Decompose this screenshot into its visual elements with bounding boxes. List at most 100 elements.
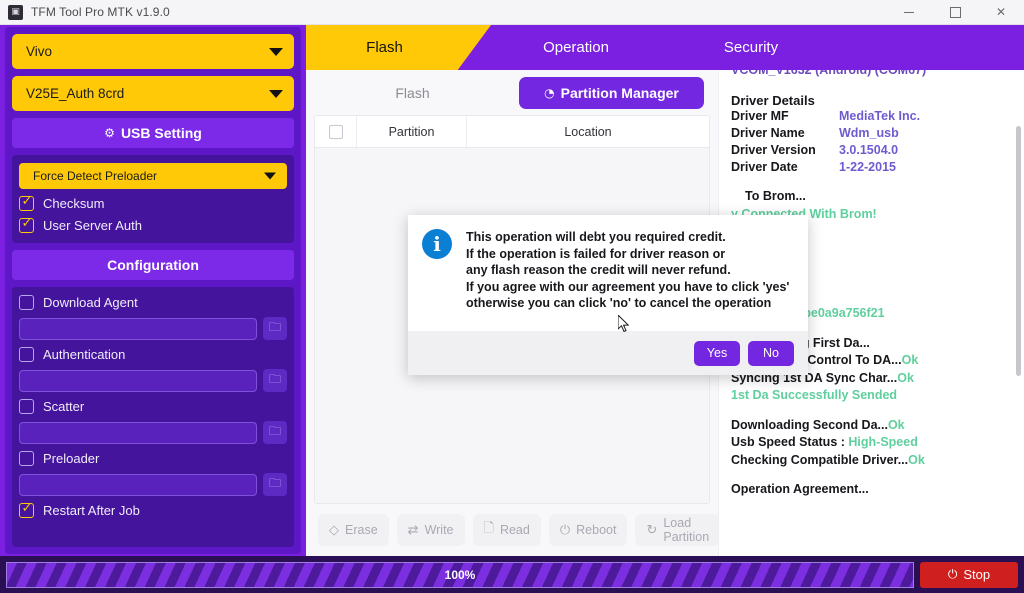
checkbox-label: User Server Auth bbox=[43, 218, 142, 233]
dialog-footer: Yes No bbox=[408, 331, 808, 375]
log-device-line: VCOM_V1632 (Android) (COM67) bbox=[731, 70, 927, 77]
log-scrollbar[interactable] bbox=[1016, 126, 1021, 376]
scatter-input[interactable] bbox=[19, 421, 257, 444]
checkbox-authentication[interactable]: Authentication bbox=[19, 347, 287, 362]
dialog-message-line: any flash reason the credit will never r… bbox=[466, 263, 731, 277]
folder-icon[interactable]: 🗀 bbox=[263, 421, 287, 444]
log-line-usb-speed-status: Usb Speed Status : High-Speed bbox=[731, 434, 1012, 452]
tab-operation[interactable]: Operation bbox=[511, 25, 641, 70]
read-button[interactable]: 🗋 Read bbox=[472, 514, 541, 546]
configuration-panel: Download Agent 🗀 Authentication 🗀 Scatte… bbox=[12, 287, 294, 547]
row-value: Wdm_usb bbox=[839, 126, 899, 140]
subtab-flash[interactable]: Flash bbox=[320, 77, 505, 109]
status-bar: 100% ⏻ Stop bbox=[0, 556, 1024, 593]
brand-select-value: Vivo bbox=[26, 44, 53, 59]
checkbox-restart-after-job[interactable]: Restart After Job bbox=[19, 501, 287, 518]
row-key: Driver Name bbox=[731, 126, 805, 140]
checkbox-scatter[interactable]: Scatter bbox=[19, 399, 287, 414]
row-key: Driver MF bbox=[731, 109, 789, 123]
subtab-partition-manager[interactable]: ◔ Partition Manager bbox=[519, 76, 704, 109]
log-spacer bbox=[731, 176, 1012, 188]
row-key: Driver Version bbox=[731, 143, 816, 157]
erase-button[interactable]: ◇ Erase bbox=[318, 514, 389, 546]
driver-details-title: Driver Details bbox=[731, 93, 815, 108]
window-controls: ✕ bbox=[886, 0, 1024, 25]
checkbox-preloader[interactable]: Preloader bbox=[19, 451, 287, 466]
maximize-button[interactable] bbox=[932, 0, 978, 25]
close-icon[interactable]: ✕ bbox=[978, 0, 1024, 25]
write-button[interactable]: ⇄ Write bbox=[396, 514, 465, 546]
window-title: TFM Tool Pro MTK v1.9.0 bbox=[31, 5, 170, 19]
reboot-button[interactable]: ⏻ Reboot bbox=[548, 514, 628, 546]
log-spacer bbox=[731, 469, 1012, 481]
page-icon: 🗋 bbox=[483, 521, 494, 536]
row-key: Driver Date bbox=[731, 160, 798, 174]
configuration-header[interactable]: Configuration bbox=[12, 250, 294, 280]
log-text: Checking Compatible Driver... bbox=[731, 452, 909, 467]
folder-icon[interactable]: 🗀 bbox=[263, 473, 287, 496]
dialog-message-line: This operation will debt you required cr… bbox=[466, 230, 726, 244]
log-status: High-Speed bbox=[848, 435, 918, 449]
subtab-label: Partition Manager bbox=[560, 84, 679, 101]
log-line-checking-driver: Checking Compatible Driver...Ok bbox=[731, 452, 1012, 470]
dialog-message: This operation will debt you required cr… bbox=[466, 229, 789, 325]
preloader-input[interactable] bbox=[19, 473, 257, 496]
brand-select[interactable]: Vivo bbox=[12, 34, 294, 69]
sidebar: Vivo V25E_Auth 8crd ⚙ USB Setting Force … bbox=[5, 27, 301, 554]
folder-icon[interactable]: 🗀 bbox=[263, 317, 287, 340]
preloader-mode-select[interactable]: Force Detect Preloader bbox=[19, 163, 287, 189]
select-all-checkbox[interactable] bbox=[328, 124, 343, 139]
log-status: Ok bbox=[887, 417, 905, 432]
checkbox-indicator[interactable] bbox=[19, 501, 34, 518]
checkbox-indicator[interactable] bbox=[19, 216, 34, 233]
preloader-file-row: 🗀 bbox=[19, 473, 287, 496]
stop-button[interactable]: ⏻ Stop bbox=[920, 561, 1018, 588]
confirmation-dialog: i This operation will debt you required … bbox=[408, 215, 808, 375]
column-header-partition[interactable]: Partition bbox=[357, 116, 467, 147]
button-label: Load Partition bbox=[663, 516, 710, 544]
download-agent-file-row: 🗀 bbox=[19, 317, 287, 340]
title-bar: ▣ TFM Tool Pro MTK v1.9.0 ✕ bbox=[0, 0, 1024, 25]
action-toolbar: ◇ Erase ⇄ Write 🗋 Read ⏻ Reboot ↻ Load P… bbox=[306, 504, 721, 556]
model-select-value: V25E_Auth 8crd bbox=[26, 86, 125, 101]
row-value: MediaTek Inc. bbox=[839, 109, 921, 123]
progress-bar: 100% bbox=[6, 561, 914, 588]
button-label: Reboot bbox=[576, 523, 617, 537]
driver-mf-row: Driver MF MediaTek Inc. bbox=[731, 108, 1012, 125]
checkbox-user-server-auth[interactable]: User Server Auth bbox=[19, 216, 287, 233]
tab-flash[interactable]: Flash bbox=[306, 25, 491, 70]
application-window: ▣ TFM Tool Pro MTK v1.9.0 ✕ Vivo V25E_Au… bbox=[0, 0, 1024, 593]
log-status: Ok bbox=[901, 353, 919, 367]
table-header-row: Partition Location bbox=[315, 116, 709, 148]
authentication-input[interactable] bbox=[19, 369, 257, 392]
checkbox-indicator[interactable] bbox=[19, 347, 34, 362]
sub-tab-bar: Flash ◔ Partition Manager bbox=[306, 70, 718, 115]
authentication-file-row: 🗀 bbox=[19, 369, 287, 392]
subtab-label: Flash bbox=[395, 84, 430, 101]
tab-security[interactable]: Security bbox=[686, 25, 816, 70]
app-icon: ▣ bbox=[8, 4, 23, 20]
power-icon: ⏻ bbox=[559, 522, 571, 538]
log-line-operation-agreement: Operation Agreement... bbox=[731, 482, 869, 496]
checkbox-indicator[interactable] bbox=[19, 399, 34, 414]
checkbox-label: Preloader bbox=[43, 451, 100, 466]
minimize-button[interactable] bbox=[886, 0, 932, 25]
folder-icon[interactable]: 🗀 bbox=[263, 369, 287, 392]
column-header-location[interactable]: Location bbox=[467, 116, 709, 147]
button-label: Read bbox=[499, 523, 530, 537]
no-button[interactable]: No bbox=[748, 340, 794, 366]
usb-setting-header[interactable]: ⚙ USB Setting bbox=[12, 118, 294, 148]
checkbox-checksum[interactable]: Checksum bbox=[19, 194, 287, 211]
download-agent-input[interactable] bbox=[19, 317, 257, 340]
load-partition-button[interactable]: ↻ Load Partition bbox=[635, 514, 721, 546]
checkbox-indicator[interactable] bbox=[19, 451, 34, 466]
checkbox-indicator[interactable] bbox=[19, 295, 34, 310]
checkbox-indicator[interactable] bbox=[19, 194, 34, 211]
pie-chart-icon: ◔ bbox=[544, 85, 555, 100]
power-icon: ⏻ bbox=[947, 567, 958, 581]
yes-button[interactable]: Yes bbox=[694, 340, 740, 366]
chevron-down-icon bbox=[264, 172, 276, 180]
model-select[interactable]: V25E_Auth 8crd bbox=[12, 76, 294, 111]
checkbox-download-agent[interactable]: Download Agent bbox=[19, 295, 287, 310]
tab-label: Operation bbox=[543, 39, 609, 56]
